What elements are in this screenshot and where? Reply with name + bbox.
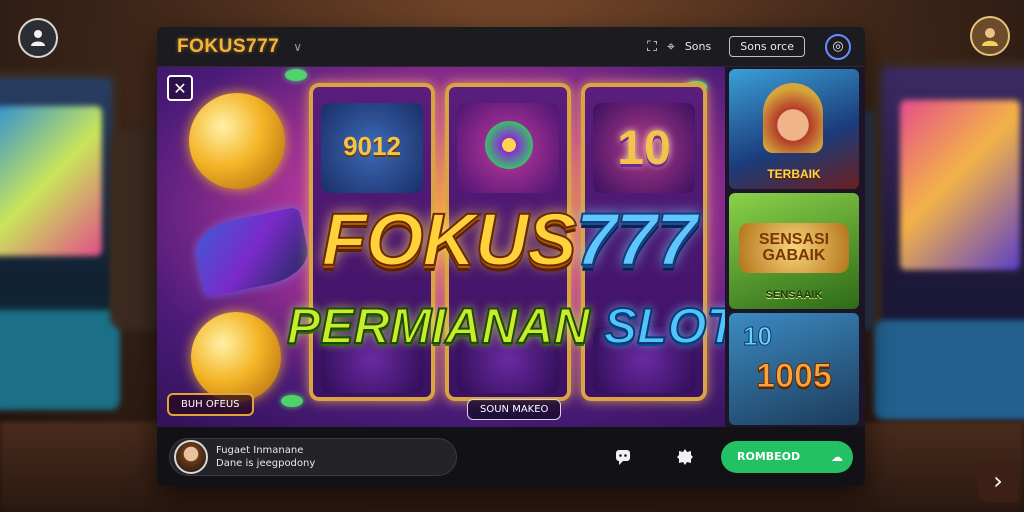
player-avatar: [174, 439, 208, 474]
location-icon[interactable]: ⌖: [667, 39, 675, 55]
game-subtitle-highlight: SLOT: [603, 297, 738, 355]
avatar-icon: [982, 28, 998, 46]
expand-icon[interactable]: ⛶: [647, 39, 657, 55]
promo-card-terbaik[interactable]: TERBAIK: [729, 69, 859, 189]
brand-logo[interactable]: FOKUS777: [177, 36, 279, 58]
player-text: Fugaet Inmanane Dane is jeegpodony: [216, 444, 315, 470]
promo-card-label: TERBAIK: [767, 167, 821, 181]
primary-action-button[interactable]: ROMBEOD ☁: [721, 440, 853, 473]
profile-avatar-button[interactable]: [970, 16, 1010, 56]
user-button[interactable]: [18, 18, 58, 58]
game-title-part: FOKUS: [321, 197, 578, 282]
top-right-controls: ⛶ ⌖ Sons Sons orce ◎: [647, 33, 851, 60]
arcade-deck: [874, 320, 1024, 420]
top-bar: FOKUS777 ∨ ⛶ ⌖ Sons Sons orce ◎: [157, 27, 865, 67]
promo-card-label: 1005: [756, 357, 833, 396]
game-stage: 9012 10 FOKUS777 PERMIANAN SLOT ✕ BUH OF…: [157, 67, 865, 427]
primary-action-label: ROMBEOD: [737, 450, 801, 463]
reel-symbol: 10: [593, 103, 695, 193]
arcade-screen: [0, 106, 102, 256]
flower-gem-icon: [485, 121, 533, 169]
reel-symbol-text: 9012: [343, 131, 401, 161]
top-text: Sons: [684, 40, 712, 53]
bottom-icons: [613, 447, 695, 467]
reel-symbol: [457, 103, 559, 193]
promo-card-sensasi[interactable]: SENSASI GABAIK SENSAAIK: [729, 193, 859, 309]
user-icon: [31, 30, 45, 46]
chevron-right-icon: ›: [993, 467, 1003, 495]
gold-coin-image: [191, 312, 281, 402]
stage-button-mid[interactable]: SOUN MAKEO: [467, 399, 562, 420]
leaf-decoration: [285, 69, 307, 81]
game-window: FOKUS777 ∨ ⛶ ⌖ Sons Sons orce ◎ 9012 10 …: [157, 27, 865, 486]
arcade-cabinet-right: [874, 60, 1024, 420]
close-icon: ✕: [173, 78, 187, 98]
arcade-screen: [900, 100, 1020, 270]
side-promo-panel: TERBAIK SENSASI GABAIK SENSAAIK 10 1005: [725, 67, 865, 427]
treasure-badge-text: SENSASI GABAIK: [758, 231, 830, 264]
game-title-number: 777: [575, 197, 698, 282]
top-chip-button[interactable]: Sons orce: [729, 36, 805, 57]
arcade-cabinet-left: [0, 70, 120, 410]
chat-icon[interactable]: [613, 447, 633, 467]
promo-card-top-number: 10: [743, 321, 773, 352]
stage-button-left[interactable]: BUH OFEUS: [167, 393, 254, 416]
settings-icon[interactable]: [675, 447, 695, 467]
leaf-decoration: [281, 395, 303, 407]
game-subtitle: PERMIANAN SLOT: [277, 297, 747, 355]
player-status: Dane is jeegpodony: [216, 457, 316, 469]
game-subtitle-part: PERMIANAN: [286, 297, 604, 355]
gold-coin-image: [189, 93, 285, 189]
cloud-icon: ☁: [831, 449, 843, 464]
next-button[interactable]: ›: [978, 460, 1018, 502]
chevron-down-icon[interactable]: ∨: [293, 40, 302, 54]
globe-icon[interactable]: ◎: [825, 33, 851, 60]
player-info[interactable]: Fugaet Inmanane Dane is jeegpodony: [169, 437, 457, 476]
close-button[interactable]: ✕: [167, 75, 193, 101]
reel-symbol-text: 10: [617, 122, 671, 175]
player-name: Fugaet Inmanane: [216, 444, 304, 456]
warrior-character-image: [763, 83, 823, 153]
reel-symbol: 9012: [321, 103, 423, 193]
bottom-bar: Fugaet Inmanane Dane is jeegpodony ROMBE…: [157, 427, 865, 486]
promo-card-label: SENSAAIK: [765, 289, 823, 301]
treasure-badge: SENSASI GABAIK: [739, 223, 849, 273]
arcade-deck: [0, 310, 120, 410]
game-title: FOKUS777: [269, 197, 749, 282]
promo-card-1005[interactable]: 10 1005: [729, 313, 859, 425]
